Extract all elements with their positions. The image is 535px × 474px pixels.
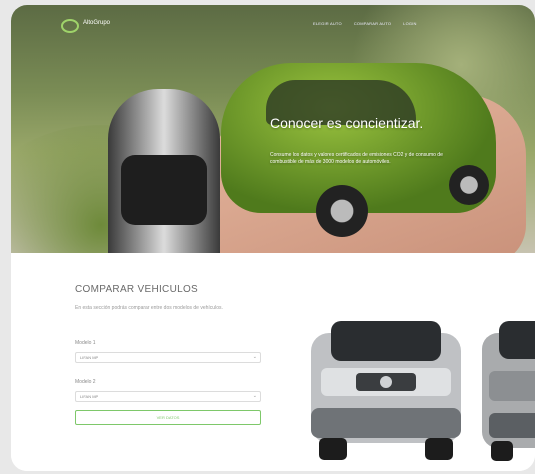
model2-value: LIFAN MP — [80, 394, 99, 399]
pickup-truck-image — [311, 321, 461, 460]
hero-headline: Conocer es concientizar. — [270, 115, 424, 131]
gray-car-windshield — [121, 155, 207, 225]
ver-datos-button[interactable]: VER DATOS — [75, 410, 261, 425]
compare-description: En esta sección podrás comparar entre do… — [75, 305, 223, 311]
page-frame: AltoGrupo ELEGIR AUTO COMPARAR AUTO LOGI… — [11, 5, 535, 471]
hero-subline: Consume los datos y valores certificados… — [270, 152, 443, 165]
car-logo-icon[interactable] — [61, 19, 79, 33]
top-navbar: AltoGrupo ELEGIR AUTO COMPARAR AUTO LOGI… — [11, 5, 535, 45]
compare-section: COMPARAR VEHICULOS En esta sección podrá… — [11, 253, 535, 471]
nav-comparar-auto[interactable]: COMPARAR AUTO — [354, 21, 391, 26]
green-car-wheel — [449, 165, 489, 205]
model1-select[interactable]: LIFAN MP ⌄ — [75, 352, 261, 363]
chevron-down-icon: ⌄ — [252, 393, 257, 399]
green-car-wheel — [316, 185, 368, 237]
suv-image — [482, 321, 535, 461]
nav-menu: ELEGIR AUTO COMPARAR AUTO LOGIN — [313, 21, 417, 26]
chevron-down-icon: ⌄ — [252, 354, 257, 360]
brand-name[interactable]: AltoGrupo — [83, 20, 110, 26]
model1-label: Modelo 1 — [75, 340, 96, 346]
model2-select[interactable]: LIFAN MP ⌄ — [75, 391, 261, 402]
nav-elegir-auto[interactable]: ELEGIR AUTO — [313, 21, 342, 26]
nav-login[interactable]: LOGIN — [403, 21, 416, 26]
hero-banner: AltoGrupo ELEGIR AUTO COMPARAR AUTO LOGI… — [11, 5, 535, 325]
model2-label: Modelo 2 — [75, 379, 96, 385]
compare-title: COMPARAR VEHICULOS — [75, 284, 199, 295]
model1-value: LIFAN MP — [80, 355, 99, 360]
